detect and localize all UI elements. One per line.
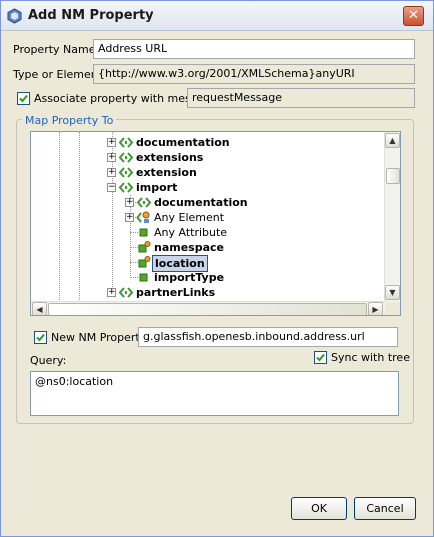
new-property-checkbox[interactable] xyxy=(34,331,47,344)
expand-icon[interactable]: + xyxy=(107,168,116,177)
associate-checkbox[interactable] xyxy=(17,92,30,105)
tree-node-label: partnerLinks xyxy=(136,286,216,299)
tree-node-extensions[interactable]: + extensions xyxy=(31,150,383,165)
close-button[interactable]: ✕ xyxy=(403,6,424,26)
tree-node-any-attribute[interactable]: Any Attribute xyxy=(31,225,383,240)
query-label: Query: xyxy=(30,354,67,367)
type-field: {http://www.w3.org/2001/XMLSchema}anyURI xyxy=(93,64,415,84)
tree-node-extension[interactable]: + extension xyxy=(31,165,383,180)
expand-icon[interactable]: + xyxy=(107,153,116,162)
tree-node-partnerlinks[interactable]: + partnerLinks xyxy=(31,285,383,300)
tree-node-documentation[interactable]: + documentation xyxy=(31,195,383,210)
element-pair-icon xyxy=(118,285,134,300)
attribute-icon xyxy=(136,270,152,285)
collapse-icon[interactable]: − xyxy=(107,183,116,192)
title-bar[interactable]: Add NM Property ✕ xyxy=(1,1,433,31)
dialog-window: Add NM Property ✕ Property Name: Address… xyxy=(0,0,434,537)
tree-node-label: extension xyxy=(136,166,197,179)
tree-node-any-element[interactable]: + Any Element xyxy=(31,210,383,225)
query-textarea[interactable]: @ns0:location xyxy=(30,371,399,416)
type-label: Type or Element: xyxy=(13,68,106,81)
scroll-right-button[interactable]: ▶ xyxy=(368,302,383,315)
tree-node-label: Any Element xyxy=(154,211,225,224)
message-field: requestMessage xyxy=(187,88,415,108)
tree-node-label: documentation xyxy=(154,196,248,209)
sync-label: Sync with tree xyxy=(331,351,410,364)
attribute-key-icon xyxy=(136,255,152,270)
group-title: Map Property To xyxy=(22,114,117,127)
attribute-icon xyxy=(136,225,152,240)
element-pair-icon xyxy=(118,180,134,195)
scroll-up-button[interactable]: ▲ xyxy=(385,133,400,148)
tree-node-importtype[interactable]: importType xyxy=(31,270,383,285)
close-icon: ✕ xyxy=(408,8,419,23)
check-icon xyxy=(19,94,28,103)
new-property-input[interactable]: g.glassfish.openesb.inbound.address.url xyxy=(138,327,398,347)
vertical-scroll-thumb[interactable] xyxy=(386,168,400,184)
scroll-corner xyxy=(385,302,400,315)
tree-node-location[interactable]: location xyxy=(31,255,383,272)
tree-node-label: import xyxy=(136,181,178,194)
scroll-down-button[interactable]: ▼ xyxy=(385,285,400,300)
check-icon xyxy=(36,333,45,342)
check-icon xyxy=(316,353,325,362)
tree-node-label: importType xyxy=(154,271,225,284)
property-name-label: Property Name: xyxy=(13,43,100,56)
element-pair-icon xyxy=(136,195,152,210)
tree-node-label: extensions xyxy=(136,151,204,164)
property-name-input[interactable]: Address URL xyxy=(93,39,415,59)
tree-node-documentation[interactable]: + documentation xyxy=(31,135,383,150)
expand-icon[interactable]: + xyxy=(125,198,134,207)
expand-icon[interactable]: + xyxy=(107,138,116,147)
attribute-key-icon xyxy=(136,240,152,255)
expand-icon[interactable]: + xyxy=(107,288,116,297)
tree-node-namespace[interactable]: namespace xyxy=(31,240,383,255)
element-pair-icon xyxy=(118,135,134,150)
schema-tree[interactable]: + documentation + extensions + extension − impo… xyxy=(30,131,401,316)
sync-checkbox[interactable] xyxy=(314,351,327,364)
tree-node-label: documentation xyxy=(136,136,230,149)
element-pair-icon xyxy=(118,150,134,165)
tree-node-label: Any Attribute xyxy=(154,226,228,239)
ok-button[interactable]: OK xyxy=(291,497,347,520)
scroll-left-button[interactable]: ◀ xyxy=(32,302,47,315)
tree-horizontal-scrollbar[interactable]: ◀ ▶ xyxy=(31,301,385,315)
tree-node-label: namespace xyxy=(154,241,225,254)
new-property-label: New NM Property: xyxy=(51,331,150,344)
any-element-icon xyxy=(136,210,152,225)
element-pair-icon xyxy=(118,165,134,180)
horizontal-scroll-thumb[interactable] xyxy=(48,303,367,315)
expand-icon[interactable]: + xyxy=(125,213,134,222)
tree-node-import[interactable]: − import xyxy=(31,180,383,195)
tree-vertical-scrollbar[interactable]: ▲ ▼ xyxy=(384,132,400,302)
dialog-title: Add NM Property xyxy=(28,8,154,23)
cancel-button[interactable]: Cancel xyxy=(354,497,416,520)
app-icon xyxy=(7,8,22,24)
